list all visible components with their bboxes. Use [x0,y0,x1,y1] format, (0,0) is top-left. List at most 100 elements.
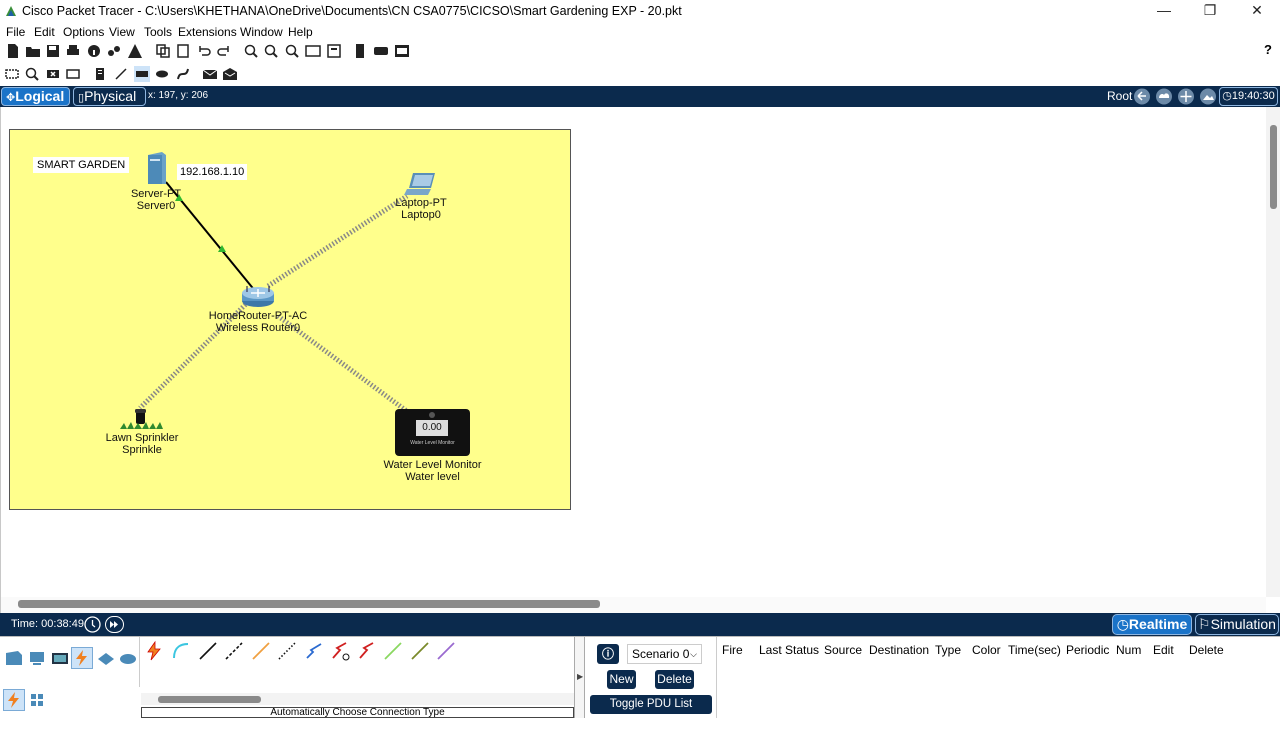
smart-garden-area[interactable]: SMART GARDEN 192.168.1.10 Server-PT Serv… [9,129,571,510]
menu-help[interactable]: Help [288,25,313,39]
activity-wizard-icon[interactable] [127,43,143,59]
info-icon[interactable] [86,43,102,59]
connections-category[interactable] [71,647,93,669]
redo-icon[interactable] [216,43,232,59]
undo-icon[interactable] [196,43,212,59]
laptop-device[interactable] [404,172,438,196]
menu-options[interactable]: Options [63,25,104,39]
new-file-icon[interactable] [5,43,21,59]
select-icon[interactable] [4,66,20,82]
scenario-select[interactable]: Scenario 0 ⌵ [627,644,702,664]
network-wizard-icon[interactable] [106,43,122,59]
menu-edit[interactable]: Edit [34,25,55,39]
logical-workspace[interactable]: SMART GARDEN 192.168.1.10 Server-PT Serv… [0,107,1280,613]
pdu-header-time[interactable]: Time(sec) [1008,643,1061,657]
pdu-header-edit[interactable]: Edit [1153,643,1174,657]
viewport-icon[interactable] [394,43,410,59]
set-background-icon[interactable] [1199,88,1217,105]
menu-tools[interactable]: Tools [144,25,172,39]
pdu-header-delete[interactable]: Delete [1189,643,1224,657]
scenario-info-icon[interactable]: ⓘ [597,644,619,664]
back-icon[interactable] [1133,88,1151,105]
structured-cabling-icon[interactable] [30,693,44,707]
usb-cable-icon[interactable] [435,640,457,662]
root-label[interactable]: Root [1107,89,1132,103]
inspect-icon[interactable] [24,66,40,82]
add-simple-pdu-icon[interactable] [202,66,218,82]
delete-scenario-button[interactable]: Delete [655,670,694,689]
close-button[interactable]: ✕ [1234,2,1280,22]
router-device[interactable] [241,284,275,308]
zoom-in-icon[interactable] [243,43,259,59]
menu-window[interactable]: Window [240,25,283,39]
serial-dce-icon[interactable] [329,640,351,662]
cluster-label[interactable]: SMART GARDEN [33,157,130,173]
horizontal-scrollbar[interactable] [1,597,1266,613]
iot-custom-cable-icon[interactable] [409,640,431,662]
panel-splitter[interactable]: ▶ [574,637,585,718]
pdu-header-periodic[interactable]: Periodic [1066,643,1109,657]
fast-forward-icon[interactable] [105,616,124,633]
minimize-button[interactable]: — [1141,2,1187,22]
zoom-reset-icon[interactable] [263,43,279,59]
simulation-button[interactable]: ⚐Simulation [1195,614,1279,635]
open-folder-icon[interactable] [25,43,41,59]
tab-physical[interactable]: ▯Physical [73,87,146,106]
pdu-header-fire[interactable]: Fire [722,643,743,657]
menu-extensions[interactable]: Extensions [178,25,237,39]
zoom-out-icon[interactable] [284,43,300,59]
pdu-header-type[interactable]: Type [935,643,961,657]
auto-connection-icon[interactable] [143,640,165,662]
server-device[interactable] [146,151,168,185]
network-devices-icon[interactable] [4,649,24,667]
tab-logical[interactable]: ✥Logical [1,87,70,106]
copper-cross-over-icon[interactable] [223,640,245,662]
toggle-pdu-list-button[interactable]: Toggle PDU List Window [590,695,712,728]
save-icon[interactable] [45,43,61,59]
pdu-header-num[interactable]: Num [1116,643,1141,657]
ip-note[interactable]: 192.168.1.10 [177,164,248,180]
ipc-icon[interactable] [373,43,389,59]
components-icon[interactable] [50,649,70,667]
print-icon[interactable] [65,43,81,59]
pdu-header-last-status[interactable]: Last Status [759,643,819,657]
draw-line-icon[interactable] [113,66,129,82]
end-devices-icon[interactable] [27,649,47,667]
octal-cable-icon[interactable] [382,640,404,662]
copy-icon[interactable] [155,43,171,59]
add-complex-pdu-icon[interactable] [222,66,238,82]
pdu-header-destination[interactable]: Destination [869,643,929,657]
console-cable-icon[interactable] [170,640,192,662]
paste-icon[interactable] [175,43,191,59]
misc-icon[interactable] [96,649,116,667]
draw-rectangle-icon[interactable] [134,66,150,82]
help-icon[interactable]: ? [1264,42,1272,57]
pdu-list-icon[interactable] [352,43,368,59]
drawing-palette-icon[interactable] [305,43,321,59]
horizontal-scroll-thumb[interactable] [18,600,600,608]
multiuser-icon[interactable] [118,649,138,667]
vertical-scrollbar[interactable] [1266,107,1280,597]
coaxial-icon[interactable] [303,640,325,662]
connection-scrollbar[interactable] [141,693,574,705]
menu-file[interactable]: File [6,25,25,39]
fiber-icon[interactable] [250,640,272,662]
sprinkler-device[interactable] [118,406,164,430]
pdu-header-source[interactable]: Source [824,643,862,657]
copper-straight-through-icon[interactable] [197,640,219,662]
power-cycle-icon[interactable] [84,616,101,633]
serial-dte-icon[interactable] [356,640,378,662]
resize-shape-icon[interactable] [65,66,81,82]
connections-subcategory[interactable] [3,689,25,711]
water-level-monitor-device[interactable]: 0.00 Water Level Monitor [395,409,470,456]
menu-view[interactable]: View [109,25,135,39]
draw-ellipse-icon[interactable] [154,66,170,82]
connection-scroll-thumb[interactable] [158,696,261,703]
new-scenario-button[interactable]: New [607,670,636,689]
phone-cable-icon[interactable] [276,640,298,662]
restore-button[interactable]: ❐ [1187,2,1233,22]
realtime-button[interactable]: ◷Realtime [1112,614,1192,635]
move-object-icon[interactable] [1177,88,1195,105]
pdu-header-color[interactable]: Color [972,643,1001,657]
cluster-icon[interactable] [1155,88,1173,105]
